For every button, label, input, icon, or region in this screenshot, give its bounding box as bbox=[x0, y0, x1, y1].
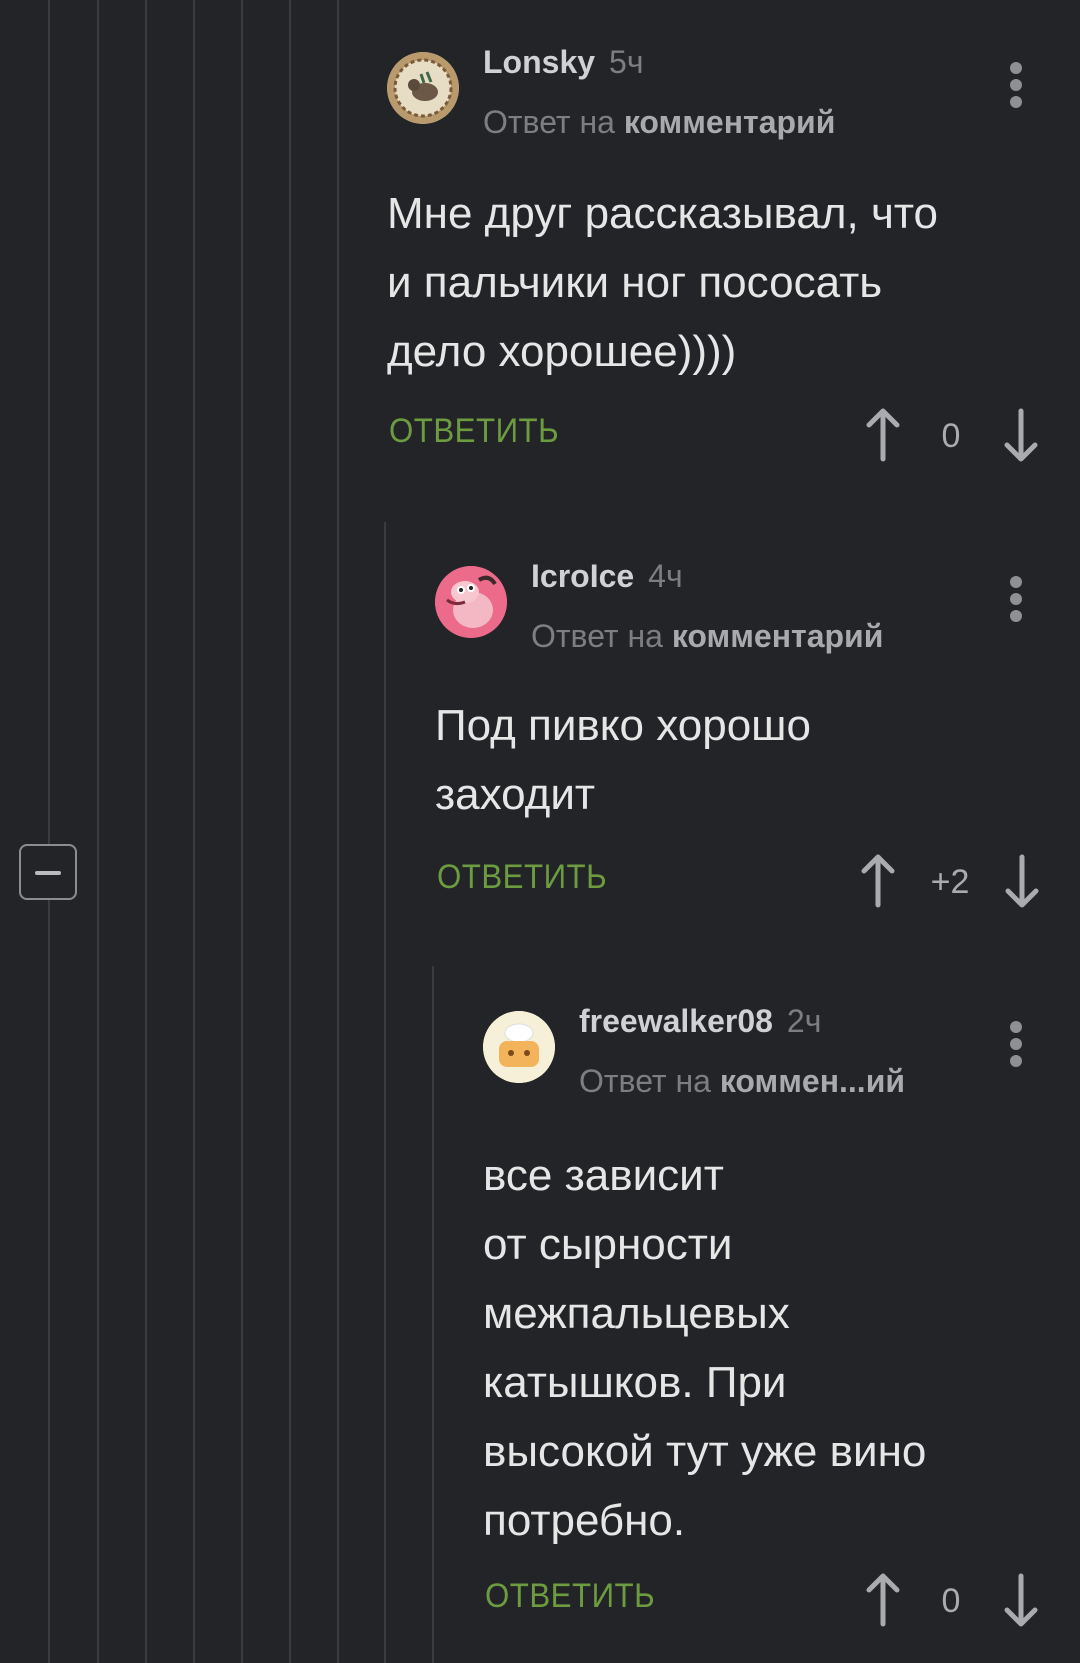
vote-block: 0 bbox=[863, 1572, 1053, 1628]
comment-body: все зависит от сырности межпальцевых кат… bbox=[483, 1151, 927, 1545]
collapse-thread-button[interactable] bbox=[19, 844, 77, 900]
thread-line bbox=[97, 0, 99, 1663]
more-vertical-icon[interactable] bbox=[1010, 1021, 1022, 1067]
comment: IcroIce 4ч Ответ на комментарий Под пивко… bbox=[435, 558, 1047, 908]
comment: freewalker08 2ч Ответ на коммен...ий все … bbox=[483, 1003, 1047, 1651]
comment-body: Под пивко хорошо заходит bbox=[435, 701, 811, 819]
vote-block: 0 bbox=[863, 407, 1053, 463]
comment: Lonsky 5ч Ответ на комментарий Мне друг р… bbox=[387, 44, 1047, 472]
minus-icon bbox=[35, 871, 61, 875]
more-vertical-icon[interactable] bbox=[1010, 62, 1022, 108]
reply-to-link[interactable]: коммен...ий bbox=[720, 1063, 905, 1099]
arrow-up-icon[interactable] bbox=[863, 1572, 903, 1628]
comment-time: 5ч bbox=[609, 44, 644, 80]
username[interactable]: IcroIce 4ч bbox=[531, 558, 683, 595]
thread-line bbox=[384, 522, 386, 1663]
thread-line bbox=[48, 0, 50, 1663]
arrow-down-icon[interactable] bbox=[1001, 1572, 1041, 1628]
vote-score: 0 bbox=[941, 417, 961, 455]
comment-body: Мне друг рассказывал, что и пальчики ног… bbox=[387, 189, 939, 376]
thread-line bbox=[193, 0, 195, 1663]
vote-score: 0 bbox=[941, 1582, 961, 1620]
arrow-up-icon[interactable] bbox=[863, 407, 903, 463]
reply-to-label: Ответ на комментарий bbox=[483, 104, 836, 140]
comment-time: 4ч bbox=[648, 558, 683, 594]
thread-line bbox=[289, 0, 291, 1663]
comment-time: 2ч bbox=[786, 1003, 822, 1039]
thread-line bbox=[145, 0, 147, 1663]
thread-line bbox=[337, 0, 339, 1663]
arrow-down-icon[interactable] bbox=[1001, 407, 1041, 463]
reply-to-label: Ответ на комментарий bbox=[531, 618, 884, 654]
reply-to-link[interactable]: комментарий bbox=[672, 618, 884, 654]
vote-block: +2 bbox=[858, 853, 1053, 909]
user-avatar[interactable] bbox=[435, 566, 507, 638]
user-avatar[interactable] bbox=[483, 1011, 555, 1083]
username[interactable]: freewalker08 2ч bbox=[579, 1003, 821, 1040]
avatar-image bbox=[483, 1011, 555, 1083]
avatar-image bbox=[435, 566, 507, 638]
thread-line bbox=[241, 0, 243, 1663]
more-vertical-icon[interactable] bbox=[1010, 576, 1022, 622]
thread-line bbox=[432, 966, 434, 1663]
vote-score: +2 bbox=[930, 863, 970, 901]
reply-button[interactable]: ОТВЕТИТЬ bbox=[437, 858, 607, 897]
reply-button[interactable]: ОТВЕТИТЬ bbox=[485, 1577, 655, 1616]
reply-to-link[interactable]: комментарий bbox=[624, 104, 836, 140]
reply-to-label: Ответ на коммен...ий bbox=[579, 1063, 906, 1099]
avatar-image bbox=[387, 52, 459, 124]
arrow-down-icon[interactable] bbox=[1002, 853, 1042, 909]
user-avatar[interactable] bbox=[387, 52, 459, 124]
username[interactable]: Lonsky 5ч bbox=[483, 44, 644, 81]
arrow-up-icon[interactable] bbox=[858, 853, 898, 909]
reply-button[interactable]: ОТВЕТИТЬ bbox=[389, 412, 559, 451]
